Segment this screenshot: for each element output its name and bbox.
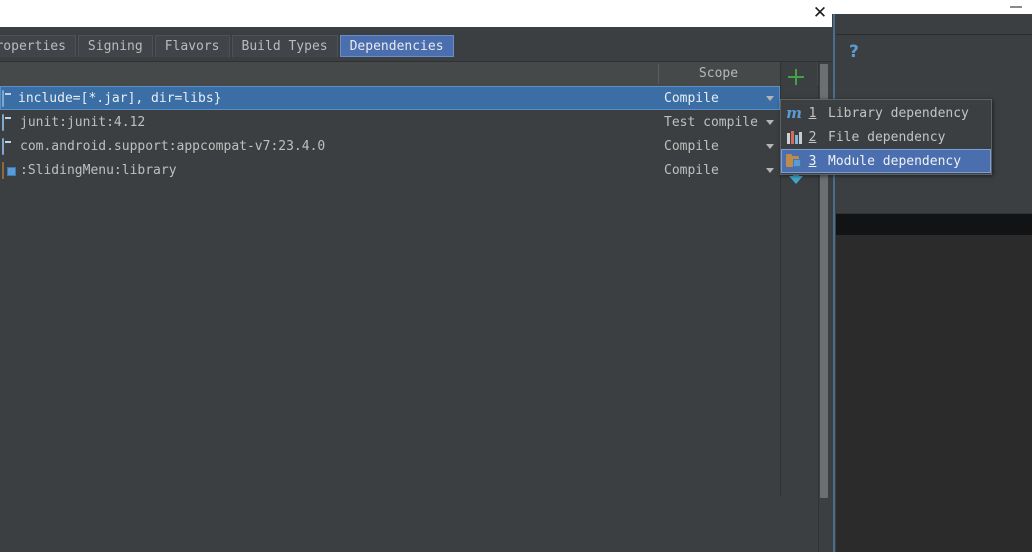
add-dependency-button[interactable] — [787, 68, 805, 86]
scope-dropdown[interactable]: Compile — [660, 158, 780, 182]
scope-value: Compile — [664, 138, 719, 154]
jar-icon — [2, 90, 16, 107]
jar-icon — [2, 138, 16, 155]
menu-item-label: File dependency — [828, 129, 946, 145]
scope-value: Test compile — [664, 114, 758, 130]
scope-value: Compile — [664, 162, 719, 178]
ide-breadcrumb-band — [836, 213, 1032, 237]
menu-item-file-dependency[interactable]: 2 File dependency — [781, 125, 991, 149]
dependency-name: :SlidingMenu:library — [20, 162, 177, 178]
module-folder-icon — [786, 153, 802, 169]
module-icon — [2, 162, 16, 179]
chevron-down-icon — [766, 95, 774, 101]
minimize-icon[interactable] — [1010, 6, 1022, 8]
add-dependency-popup-menu: m 1 Library dependency 2 File dependency… — [780, 99, 992, 175]
chevron-down-icon — [766, 143, 774, 149]
maven-m-icon: m — [786, 104, 802, 122]
table-row[interactable]: junit:junit:4.12 Test compile — [0, 110, 780, 134]
menu-item-label: Library dependency — [828, 105, 969, 121]
tab-flavors[interactable]: Flavors — [154, 35, 230, 57]
close-icon[interactable]: ✕ — [810, 3, 830, 23]
tab-dependencies[interactable]: Dependencies — [339, 35, 454, 57]
ide-toolbar-strip — [836, 35, 1032, 70]
dependency-name: junit:junit:4.12 — [20, 114, 146, 130]
jar-icon — [2, 114, 16, 131]
tab-properties[interactable]: ...roperties — [0, 35, 76, 57]
files-icon — [786, 129, 802, 145]
column-header-scope[interactable]: Scope — [658, 62, 779, 86]
scope-dropdown[interactable]: Compile — [660, 134, 780, 158]
tab-list: ...roperties Signing Flavors Build Types… — [0, 35, 456, 59]
menu-item-shortcut: 2 — [808, 129, 817, 145]
ide-menubar-strip — [836, 14, 1032, 35]
menu-item-module-dependency[interactable]: 3 Module dependency — [781, 149, 991, 173]
chevron-down-icon — [766, 167, 774, 173]
menu-item-shortcut: 3 — [808, 153, 817, 169]
table-row[interactable]: include=[*.jar], dir=libs} Compile — [0, 86, 780, 110]
tab-build-types[interactable]: Build Types — [231, 35, 338, 57]
screen-root: ? ✕ ...roperties Signing Flavors Build T… — [0, 0, 1032, 552]
dependencies-list: include=[*.jar], dir=libs} Compile junit… — [0, 86, 780, 496]
table-row[interactable]: :SlidingMenu:library Compile — [0, 158, 780, 182]
tab-signing[interactable]: Signing — [77, 35, 153, 57]
ide-titlebar — [832, 0, 1032, 14]
ide-left-accent-bar — [833, 14, 835, 552]
menu-item-label: Module dependency — [828, 153, 962, 169]
menu-item-library-dependency[interactable]: m 1 Library dependency — [781, 101, 991, 125]
dependency-name: com.android.support:appcompat-v7:23.4.0 — [20, 138, 326, 154]
scope-dropdown[interactable]: Test compile — [660, 110, 780, 134]
help-icon[interactable]: ? — [849, 44, 859, 61]
dependency-name: include=[*.jar], dir=libs} — [18, 90, 222, 106]
chevron-down-icon — [766, 119, 774, 125]
ide-editor-area — [836, 235, 1032, 552]
table-row[interactable]: com.android.support:appcompat-v7:23.4.0 … — [0, 134, 780, 158]
scope-dropdown[interactable]: Compile — [660, 86, 780, 110]
menu-item-shortcut: 1 — [808, 105, 817, 121]
scope-value: Compile — [664, 90, 719, 106]
project-structure-dialog: ✕ ...roperties Signing Flavors Build Typ… — [0, 0, 832, 552]
dialog-tabbar: ...roperties Signing Flavors Build Types… — [0, 27, 832, 62]
dialog-titlebar — [0, 0, 832, 27]
